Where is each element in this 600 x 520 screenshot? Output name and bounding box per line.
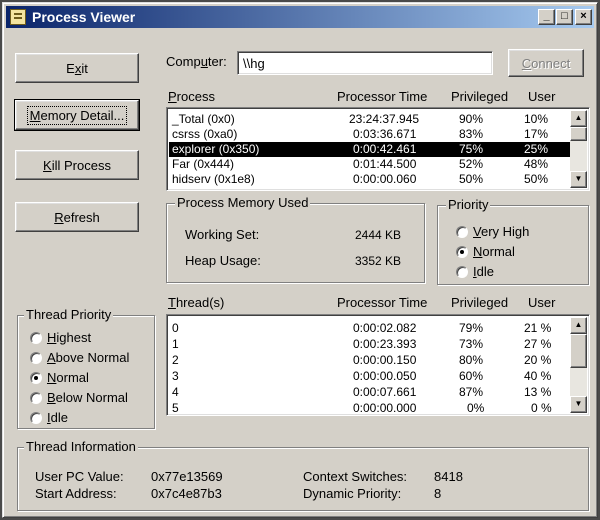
radio-button-icon <box>456 226 468 238</box>
process-row[interactable]: _Total (0x0) 23:24:37.945 90% 10% <box>169 112 570 127</box>
computer-input-value: \\hg <box>243 56 265 71</box>
radio-button-icon <box>456 266 468 278</box>
thread-priority-title: Thread Priority <box>24 307 114 322</box>
radio-button-checked-icon <box>30 372 42 384</box>
title-bar[interactable]: Process Viewer _ □ × <box>6 6 594 28</box>
radio-button-icon <box>30 392 42 404</box>
thread-priority-above-normal-radio[interactable]: Above Normal <box>30 350 129 366</box>
radio-button-icon <box>30 412 42 424</box>
process-row[interactable]: hidserv (0x1e8) 0:00:00.060 50% 50% <box>169 172 570 187</box>
radio-button-checked-icon <box>456 246 468 258</box>
scroll-up-button[interactable]: ▲ <box>570 110 587 127</box>
arrow-up-icon: ▲ <box>574 113 583 122</box>
threads-list-scrollbar[interactable]: ▲ ▼ <box>570 317 587 413</box>
process-list[interactable]: _Total (0x0) 23:24:37.945 90% 10% csrss … <box>166 107 590 191</box>
process-row[interactable]: Far (0x444) 0:01:44.500 52% 48% <box>169 157 570 172</box>
thread-priority-below-normal-radio[interactable]: Below Normal <box>30 390 128 406</box>
process-viewer-window: Process Viewer _ □ × Exit Memory Detail.… <box>2 2 598 518</box>
thread-information-title: Thread Information <box>24 439 138 454</box>
thread-priority-highest-radio[interactable]: Highest <box>30 330 91 346</box>
thread-privileged-header[interactable]: Privileged <box>451 295 508 310</box>
thread-row[interactable]: 2 0:00:00.150 80% 20 % <box>169 353 570 368</box>
computer-input[interactable]: \\hg <box>237 51 493 75</box>
maximize-button[interactable]: □ <box>556 9 573 25</box>
thread-priority-normal-radio[interactable]: Normal <box>30 370 89 386</box>
start-address-label: Start Address: <box>35 486 117 501</box>
priority-title: Priority <box>446 197 491 212</box>
scroll-up-button[interactable]: ▲ <box>570 317 587 334</box>
maximize-icon: □ <box>561 10 568 22</box>
close-button[interactable]: × <box>575 9 592 25</box>
context-switches-label: Context Switches: <box>303 469 408 484</box>
user-pc-value: 0x77e13569 <box>151 469 223 484</box>
thread-priority-group: Thread Priority Highest Above Normal Nor… <box>17 307 155 429</box>
refresh-button[interactable]: Refresh <box>15 202 139 232</box>
scroll-thumb[interactable] <box>570 127 587 141</box>
process-row-selected[interactable]: explorer (0x350) 0:00:42.461 75% 25% <box>169 142 570 157</box>
radio-button-icon <box>30 352 42 364</box>
thread-user-header[interactable]: User <box>528 295 555 310</box>
scroll-thumb[interactable] <box>570 334 587 368</box>
thread-row[interactable]: 0 0:00:02.082 79% 21 % <box>169 321 570 336</box>
thread-row[interactable]: 4 0:00:07.661 87% 13 % <box>169 385 570 400</box>
arrow-down-icon: ▼ <box>574 399 583 408</box>
radio-button-icon <box>30 332 42 344</box>
thread-row[interactable]: 1 0:00:23.393 73% 27 % <box>169 337 570 352</box>
kill-process-button[interactable]: Kill Process <box>15 150 139 180</box>
scroll-down-button[interactable]: ▼ <box>570 171 587 188</box>
process-header[interactable]: Process <box>168 89 215 104</box>
memory-detail-button[interactable]: Memory Detail... <box>14 99 140 131</box>
threads-header[interactable]: Thread(s) <box>168 295 224 310</box>
thread-priority-idle-radio[interactable]: Idle <box>30 410 68 426</box>
window-title: Process Viewer <box>32 9 136 25</box>
process-row[interactable]: csrss (0xa0) 0:03:36.671 83% 17% <box>169 127 570 142</box>
priority-very-high-radio[interactable]: Very High <box>456 224 529 240</box>
working-set-label: Working Set: <box>185 227 260 242</box>
context-switches-value: 8418 <box>434 469 463 484</box>
priority-normal-radio[interactable]: Normal <box>456 244 515 260</box>
process-memory-title: Process Memory Used <box>175 195 311 210</box>
thread-row[interactable]: 5 0:00:00.000 0% 0 % <box>169 401 570 413</box>
working-set-value: 2444 KB <box>355 228 402 242</box>
arrow-down-icon: ▼ <box>574 174 583 183</box>
priority-group: Priority Very High Normal Idle <box>437 197 589 285</box>
minimize-icon: _ <box>543 10 550 22</box>
user-header[interactable]: User <box>528 89 555 104</box>
minimize-button[interactable]: _ <box>538 9 555 25</box>
process-list-scrollbar[interactable]: ▲ ▼ <box>570 110 587 188</box>
scroll-down-button[interactable]: ▼ <box>570 396 587 413</box>
priority-idle-radio[interactable]: Idle <box>456 264 494 280</box>
exit-button[interactable]: Exit <box>15 53 139 83</box>
thread-row[interactable]: 3 0:00:00.050 60% 40 % <box>169 369 570 384</box>
heap-usage-value: 3352 KB <box>355 254 402 268</box>
dynamic-priority-label: Dynamic Priority: <box>303 486 402 501</box>
threads-list[interactable]: 0 0:00:02.082 79% 21 % 1 0:00:23.393 73%… <box>166 314 590 416</box>
thread-information-group: Thread Information User PC Value: 0x77e1… <box>17 439 589 511</box>
start-address-value: 0x7c4e87b3 <box>151 486 222 501</box>
privileged-header[interactable]: Privileged <box>451 89 508 104</box>
close-icon: × <box>580 10 587 22</box>
heap-usage-label: Heap Usage: <box>185 253 261 268</box>
app-icon <box>10 9 26 25</box>
connect-button[interactable]: Connect <box>508 49 584 77</box>
arrow-up-icon: ▲ <box>574 320 583 329</box>
process-memory-group: Process Memory Used Working Set: 2444 KB… <box>166 195 425 283</box>
user-pc-label: User PC Value: <box>35 469 124 484</box>
thread-processor-time-header[interactable]: Processor Time <box>337 295 427 310</box>
dynamic-priority-value: 8 <box>434 486 442 501</box>
computer-label: Computer: <box>166 54 227 69</box>
processor-time-header[interactable]: Processor Time <box>337 89 427 104</box>
